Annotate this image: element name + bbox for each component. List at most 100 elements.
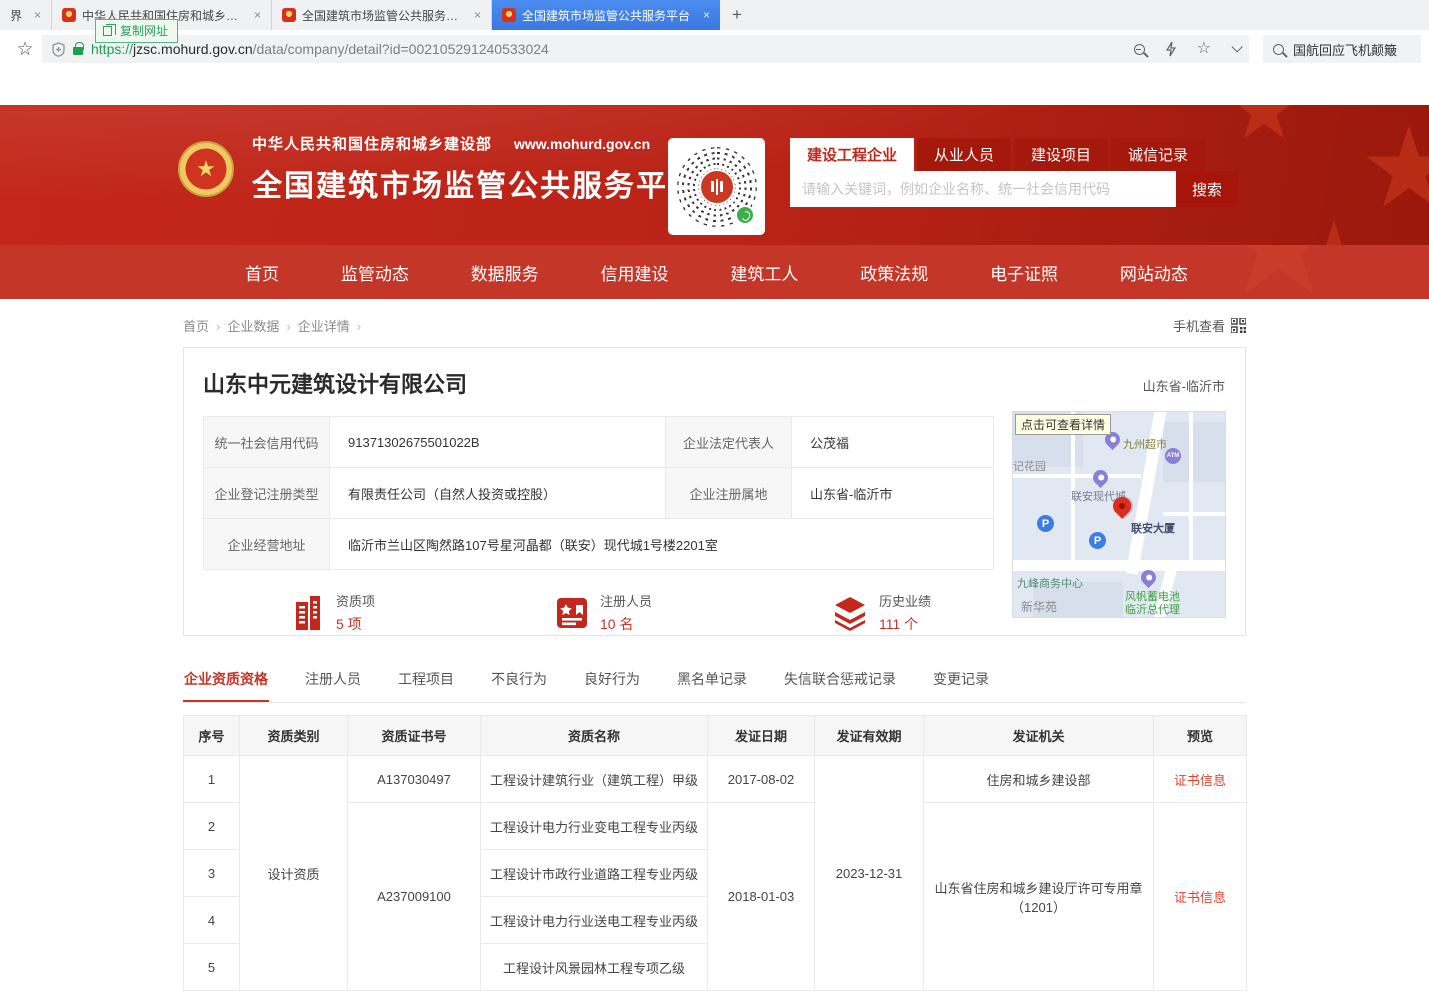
breadcrumb: 首页›企业数据›企业详情› 手机查看 — [183, 316, 1246, 335]
stat-qualifications[interactable]: 资质项5 项 — [290, 591, 375, 634]
cell-authority: 住房和城乡建设部 — [924, 756, 1154, 803]
breadcrumb-company-detail[interactable]: 企业详情 — [298, 319, 350, 334]
mobile-view-button[interactable]: 手机查看 — [1173, 316, 1246, 335]
site-header-banner: ★ 中华人民共和国住房和城乡建设部www.mohurd.gov.cn 全国建筑市… — [0, 105, 1429, 245]
browser-tab-partial[interactable]: 界 × — [0, 0, 52, 30]
tab-registered-personnel[interactable]: 注册人员 — [304, 660, 362, 702]
registration-type-value: 有限责任公司（自然人投资或控股） — [330, 468, 666, 519]
cell-preview: 证书信息 — [1154, 756, 1247, 803]
browser-tab-jzsc-1[interactable]: 全国建筑市场监管公共服务平台 × — [272, 0, 492, 30]
stat-label: 注册人员 — [600, 591, 652, 610]
emblem-star-icon: ★ — [196, 156, 216, 182]
secure-lock-icon[interactable] — [73, 47, 83, 55]
tab-change-records[interactable]: 变更记录 — [932, 660, 990, 702]
company-summary-card: 山东中元建筑设计有限公司 山东省-临沂市 统一社会信用代码 9137130267… — [183, 347, 1246, 636]
chevron-down-icon[interactable] — [1231, 41, 1242, 52]
shield-plus-icon[interactable] — [52, 42, 65, 57]
tab-good-behavior[interactable]: 良好行为 — [583, 660, 641, 702]
nav-credit[interactable]: 信用建设 — [601, 260, 669, 285]
stat-history-performance[interactable]: 历史业绩111 个 — [831, 591, 931, 634]
detail-tabs: 企业资质资格 注册人员 工程项目 不良行为 良好行为 黑名单记录 失信联合惩戒记… — [183, 660, 1246, 703]
map-pin-icon — [1090, 467, 1111, 488]
nav-data-service[interactable]: 数据服务 — [471, 260, 539, 285]
breadcrumb-home[interactable]: 首页 — [183, 319, 209, 334]
location-map[interactable]: 点击可查看详情 九州超市 ATM 记花园 联安现代城 联安大厦 P P 九峰商务… — [1012, 411, 1226, 618]
search-tab-project[interactable]: 建设项目 — [1014, 138, 1108, 171]
tab-close-icon[interactable]: × — [34, 8, 41, 22]
tab-bad-behavior[interactable]: 不良行为 — [490, 660, 548, 702]
tab-qualifications[interactable]: 企业资质资格 — [183, 660, 269, 702]
nav-workers[interactable]: 建筑工人 — [730, 260, 798, 285]
site-favicon-icon — [502, 8, 516, 22]
search-tab-personnel[interactable]: 从业人员 — [917, 138, 1011, 171]
nav-site-news[interactable]: 网站动态 — [1120, 260, 1188, 285]
cell-qual-name: 工程设计市政行业道路工程专业丙级 — [481, 850, 708, 897]
bookmark-star-icon[interactable]: ☆ — [8, 38, 42, 61]
poi-garden: 记花园 — [1013, 458, 1046, 474]
table-header-row: 序号 资质类别 资质证书号 资质名称 发证日期 发证有效期 发证机关 预览 — [184, 716, 1247, 756]
poi-lianan-tower: 联安大厦 — [1131, 520, 1175, 536]
quick-search-box[interactable]: 国航回应飞机颠簸 — [1263, 35, 1421, 63]
tab-dishonesty-records[interactable]: 失信联合惩戒记录 — [783, 660, 897, 702]
zoom-out-icon[interactable] — [1134, 44, 1145, 55]
wechat-icon — [735, 205, 755, 225]
address-bar[interactable]: https://jzsc.mohurd.gov.cn/data/company/… — [42, 35, 1249, 63]
info-label: 企业经营地址 — [204, 519, 330, 570]
col-issue-date: 发证日期 — [708, 716, 815, 756]
lightning-icon[interactable] — [1165, 41, 1177, 57]
business-address-value: 临沂市兰山区陶然路107号星河晶都（联安）现代城1号楼2201室 — [330, 519, 994, 570]
stat-registered-personnel[interactable]: 注册人员10 名 — [554, 591, 652, 634]
platform-title: 全国建筑市场监管公共服务平台 — [252, 161, 700, 205]
tab-close-icon[interactable]: × — [474, 8, 481, 22]
search-tab-credit[interactable]: 诚信记录 — [1111, 138, 1205, 171]
cell-qual-name: 工程设计电力行业送电工程专业丙级 — [481, 897, 708, 944]
stat-value: 111 个 — [879, 614, 931, 634]
quick-search-text[interactable]: 国航回应飞机颠簸 — [1293, 40, 1397, 59]
nav-supervision[interactable]: 监管动态 — [341, 260, 409, 285]
map-road — [1189, 412, 1193, 560]
stat-label: 资质项 — [336, 591, 375, 610]
copy-icon — [103, 26, 112, 36]
qr-code — [668, 138, 765, 235]
nav-e-license[interactable]: 电子证照 — [990, 260, 1058, 285]
browser-tab-jzsc-active[interactable]: 全国建筑市场监管公共服务平台 × — [492, 0, 720, 30]
favorite-star-icon[interactable]: ☆ — [1197, 41, 1211, 57]
company-name: 山东中元建筑设计有限公司 — [203, 367, 1226, 399]
tab-projects[interactable]: 工程项目 — [397, 660, 455, 702]
breadcrumb-separator: › — [286, 319, 290, 334]
certificate-info-link[interactable]: 证书信息 — [1174, 773, 1226, 788]
cell-cert-no: A237009100 — [348, 803, 481, 991]
site-brand: ★ 中华人民共和国住房和城乡建设部www.mohurd.gov.cn 全国建筑市… — [178, 133, 700, 205]
search-tab-enterprise[interactable]: 建设工程企业 — [790, 138, 914, 171]
browser-tab-strip: 界 × 中华人民共和国住房和城乡建设 × 全国建筑市场监管公共服务平台 × 全国… — [0, 0, 1429, 30]
new-tab-button[interactable]: + — [720, 0, 754, 30]
info-label: 企业法定代表人 — [666, 417, 792, 468]
keyword-search-input[interactable] — [790, 171, 1176, 207]
tab-blacklist[interactable]: 黑名单记录 — [676, 660, 748, 702]
qr-center-logo — [699, 169, 735, 205]
col-validity: 发证有效期 — [815, 716, 924, 756]
nav-home[interactable]: 首页 — [245, 260, 279, 285]
main-navigation: 首页 监管动态 数据服务 信用建设 建筑工人 政策法规 电子证照 网站动态 — [0, 245, 1429, 299]
search-button[interactable]: 搜索 — [1176, 171, 1238, 207]
breadcrumb-company-data[interactable]: 企业数据 — [227, 319, 279, 334]
authority-line1: 山东省住房和城乡建设厅许可专用章 — [930, 878, 1147, 897]
building-icon — [290, 594, 326, 632]
qualification-table: 序号 资质类别 资质证书号 资质名称 发证日期 发证有效期 发证机关 预览 1 … — [183, 715, 1247, 991]
nav-policy[interactable]: 政策法规 — [860, 260, 928, 285]
url-host: jzsc.mohurd.gov.cn — [133, 41, 253, 57]
qr-code-icon — [1231, 318, 1246, 333]
table-row: 1 设计资质 A137030497 工程设计建筑行业（建筑工程）甲级 2017-… — [184, 756, 1247, 803]
certificate-info-link[interactable]: 证书信息 — [1174, 890, 1226, 905]
mobile-view-label: 手机查看 — [1173, 316, 1225, 335]
url-scheme: https:// — [91, 41, 133, 57]
map-road — [1013, 560, 1226, 571]
info-label: 企业登记注册类型 — [204, 468, 330, 519]
site-favicon-icon — [282, 8, 296, 22]
url-text[interactable]: https://jzsc.mohurd.gov.cn/data/company/… — [91, 41, 549, 57]
cell-validity: 2023-12-31 — [815, 756, 924, 991]
tab-close-icon[interactable]: × — [254, 8, 261, 22]
cell-seq: 5 — [184, 944, 240, 991]
cell-qual-name: 工程设计电力行业变电工程专业丙级 — [481, 803, 708, 850]
tab-close-icon[interactable]: × — [703, 8, 710, 22]
